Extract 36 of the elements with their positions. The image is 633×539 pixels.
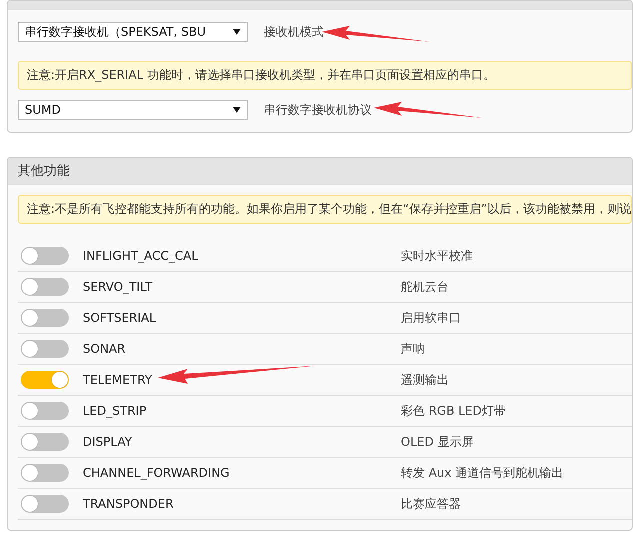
toggle-switch[interactable] [21,371,69,389]
warning-note: 注意:开启RX_SERIAL 功能时，请选择串口接收机类型，并在串口页面设置相应的串口。 [18,61,632,90]
field-label: 接收机模式 [264,24,324,40]
toggle-switch[interactable] [21,247,69,265]
feature-description: 转发 Aux 通道信号到舵机输出 [401,464,564,482]
feature-name: SONAR [83,342,126,356]
field-label: 串行数字接收机协议 [264,102,372,118]
toggle-switch[interactable] [21,402,69,420]
feature-description: 舵机云台 [401,278,449,296]
feature-description: 启用软串口 [401,310,461,326]
toggle-switch[interactable] [21,464,69,482]
feature-name: LED_STRIP [83,404,147,418]
caret-icon [233,29,241,35]
toggle-switch[interactable] [21,495,69,513]
feature-description: 声呐 [401,340,425,358]
caret-icon [233,107,241,113]
feature-name: TELEMETRY [83,373,152,387]
feature-description: OLED 显示屏 [401,434,474,450]
feature-name: TRANSPONDER [83,497,174,511]
feature-name: DISPLAY [83,435,132,449]
feature-name: INFLIGHT_ACC_CAL [83,249,198,263]
toggle-switch[interactable] [21,433,69,451]
feature-description: 遥测输出 [401,372,449,388]
feature-description: 比赛应答器 [401,496,461,512]
feature-name: CHANNEL_FORWARDING [83,466,230,480]
toggle-switch[interactable] [21,309,69,327]
feature-name: SERVO_TILT [83,280,153,294]
panel-title: 其他功能 [8,158,632,185]
feature-description: 彩色 RGB LED灯带 [401,402,506,420]
warning-note: 注意:不是所有飞控都能支持所有的功能。如果你启用了某个功能，但在“保存并控重启”以后，该功能被禁用，则说 [18,195,632,224]
dropdown[interactable]: 串行数字接收机（SPEKSAT, SBU [18,22,248,42]
feature-description: 实时水平校准 [401,248,473,264]
toggle-switch[interactable] [21,278,69,296]
feature-name: SOFTSERIAL [83,311,156,325]
dropdown[interactable]: SUMD [18,100,248,120]
toggle-switch[interactable] [21,340,69,358]
